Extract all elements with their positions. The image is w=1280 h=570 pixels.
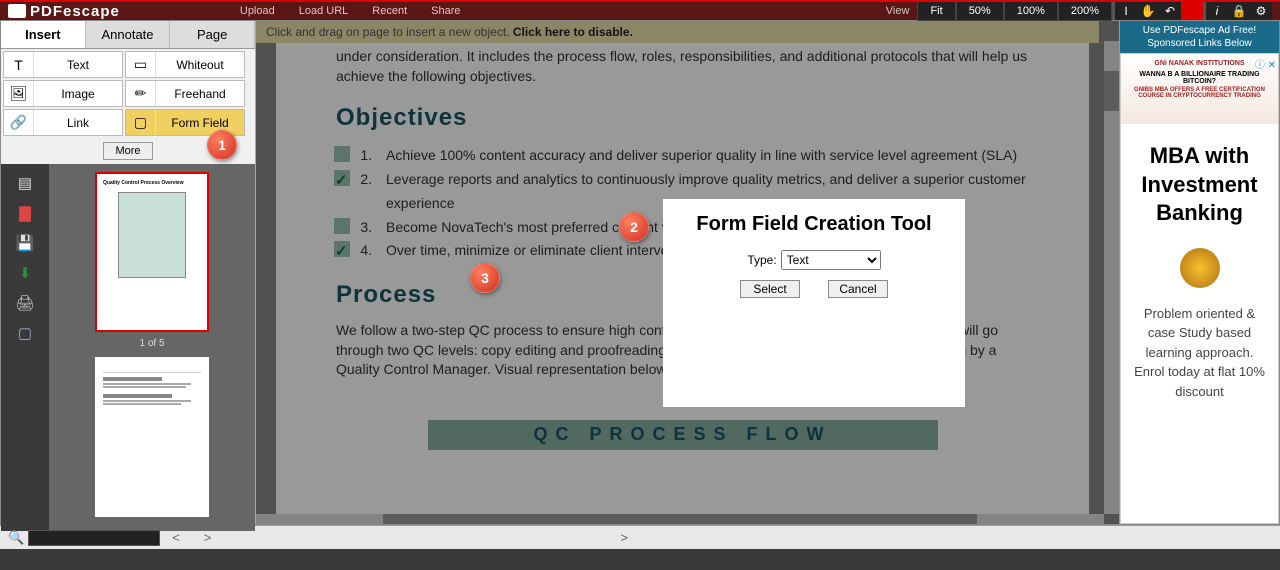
thumbnails[interactable]: Quality Control Process Overview 1 of 5 — [49, 164, 255, 531]
document-area: Click and drag on page to insert a new o… — [256, 21, 1119, 524]
main-area: Insert Annotate Page TText ▭Whiteout 🖼Im… — [0, 20, 1280, 525]
menu-load-url[interactable]: Load URL — [299, 5, 349, 17]
view-bar: View Fit 50% 100% 200% I ✋ ↶ i 🔒 ⚙ — [878, 1, 1272, 21]
menu-share[interactable]: Share — [431, 5, 460, 17]
search-next[interactable]: > — [192, 530, 224, 545]
logo: PDFescape — [8, 3, 120, 20]
menu-recent[interactable]: Recent — [372, 5, 407, 17]
thumbnail-preview — [118, 192, 187, 278]
undo-icon[interactable]: ↶ — [1159, 2, 1181, 20]
save-icon[interactable] — [1181, 2, 1203, 20]
text-cursor-icon[interactable]: I — [1115, 2, 1137, 20]
menu-upload[interactable]: Upload — [240, 5, 275, 17]
thumbnail-page-1[interactable]: Quality Control Process Overview — [95, 172, 209, 332]
ad-close-icon[interactable]: ⓘ ✕ — [1255, 56, 1276, 71]
ad-body: MBA with Investment Banking Problem orie… — [1121, 124, 1278, 409]
side-icons: ▤ ▇ 💾 ⬇ 🖨 ▢ — [1, 164, 49, 531]
ad-sidebar: Use PDFescape Ad Free! Sponsored Links B… — [1119, 21, 1279, 524]
search-input[interactable] — [28, 530, 160, 546]
annotation-marker-2: 2 — [619, 212, 649, 242]
window-icon[interactable]: ▢ — [16, 324, 34, 342]
tool-freehand-label: Freehand — [156, 87, 244, 101]
ad-headline: MBA with Investment Banking — [1129, 142, 1270, 228]
tool-text-label: Text — [34, 58, 122, 72]
info-icon[interactable]: i — [1206, 2, 1228, 20]
ad-body-text: Problem oriented & case Study based lear… — [1129, 304, 1270, 402]
tool-link-label: Link — [34, 116, 122, 130]
modal-type-row: Type: Text — [677, 250, 951, 270]
select-button[interactable]: Select — [740, 280, 800, 298]
ad-top-text1: WANNA B A BILLIONAIRE TRADING BITCOIN? — [1125, 71, 1274, 85]
tab-insert[interactable]: Insert — [1, 21, 86, 48]
save-disk-icon[interactable]: 💾 — [16, 234, 34, 252]
tool-freehand[interactable]: ✏Freehand — [125, 80, 245, 107]
tool-tabs: Insert Annotate Page — [1, 21, 255, 49]
page-next[interactable]: > — [608, 530, 640, 545]
zoom-200[interactable]: 200% — [1058, 1, 1112, 21]
seal-icon — [1180, 248, 1220, 288]
zoom-fit[interactable]: Fit — [917, 1, 955, 21]
cancel-button[interactable]: Cancel — [828, 280, 888, 298]
formfield-icon: ▢ — [126, 110, 156, 135]
thumbnail-page-2[interactable] — [95, 357, 209, 517]
type-select[interactable]: Text — [781, 250, 881, 270]
zoom-50[interactable]: 50% — [956, 1, 1004, 21]
link-icon: 🔗 — [4, 110, 34, 135]
type-label: Type: — [747, 253, 776, 267]
annotation-marker-1: 1 — [207, 130, 237, 160]
view-label: View — [878, 5, 918, 17]
pencil-icon: ✏ — [126, 81, 156, 106]
thumbnail-caption: 1 of 5 — [57, 338, 247, 349]
tab-annotate[interactable]: Annotate — [86, 21, 171, 48]
form-field-modal: Form Field Creation Tool Type: Text Sele… — [663, 199, 965, 407]
left-panel: Insert Annotate Page TText ▭Whiteout 🖼Im… — [1, 21, 256, 524]
download-icon[interactable]: ⬇ — [16, 264, 34, 282]
search-box: 🔍 — [8, 530, 160, 546]
search-icon[interactable]: 🔍 — [8, 530, 24, 546]
ad-block[interactable]: ⓘ ✕ GNi NANAK INSTITUTIONS WANNA B A BIL… — [1120, 53, 1279, 524]
ad-header-line1: Use PDFescape Ad Free! — [1124, 24, 1275, 37]
tool-whiteout[interactable]: ▭Whiteout — [125, 51, 245, 78]
zoom-100[interactable]: 100% — [1004, 1, 1058, 21]
tool-whiteout-label: Whiteout — [156, 58, 244, 72]
print-icon[interactable]: 🖨 — [16, 294, 34, 312]
tool-image-label: Image — [34, 87, 122, 101]
tool-link[interactable]: 🔗Link — [3, 109, 123, 136]
annotation-marker-3: 3 — [470, 263, 500, 293]
search-prev[interactable]: < — [160, 530, 192, 545]
modal-buttons: Select Cancel — [677, 280, 951, 298]
text-icon: T — [4, 52, 34, 77]
ad-header-line2: Sponsored Links Below — [1124, 37, 1275, 50]
tab-page[interactable]: Page — [170, 21, 255, 48]
image-icon: 🖼 — [4, 81, 34, 106]
lock-icon[interactable]: 🔒 — [1228, 2, 1250, 20]
thumbnail-area: ▤ ▇ 💾 ⬇ 🖨 ▢ Quality Control Process Over… — [1, 164, 255, 531]
whiteout-icon: ▭ — [126, 52, 156, 77]
tool-text[interactable]: TText — [3, 51, 123, 78]
modal-title: Form Field Creation Tool — [677, 213, 951, 236]
top-menu: Upload Load URL Recent Share — [240, 5, 461, 17]
top-bar: PDFescape Upload Load URL Recent Share V… — [0, 0, 1280, 20]
gear-icon[interactable]: ⚙ — [1250, 2, 1272, 20]
pages-icon[interactable]: ▤ — [16, 174, 34, 192]
tool-grid: TText ▭Whiteout 🖼Image ✏Freehand 🔗Link ▢… — [1, 49, 255, 138]
ad-banner-top: ⓘ ✕ GNi NANAK INSTITUTIONS WANNA B A BIL… — [1121, 54, 1278, 124]
ad-top-text2: GNIBS MBA OFFERS A FREE CERTIFICATION CO… — [1125, 87, 1274, 99]
logo-text: PDFescape — [30, 3, 120, 20]
pdf-icon — [8, 4, 26, 18]
pdf-red-icon[interactable]: ▇ — [16, 204, 34, 222]
tool-formfield-label: Form Field — [156, 116, 244, 130]
ad-header[interactable]: Use PDFescape Ad Free! Sponsored Links B… — [1120, 21, 1279, 53]
more-button[interactable]: More — [103, 142, 153, 160]
hand-icon[interactable]: ✋ — [1137, 2, 1159, 20]
tool-image[interactable]: 🖼Image — [3, 80, 123, 107]
